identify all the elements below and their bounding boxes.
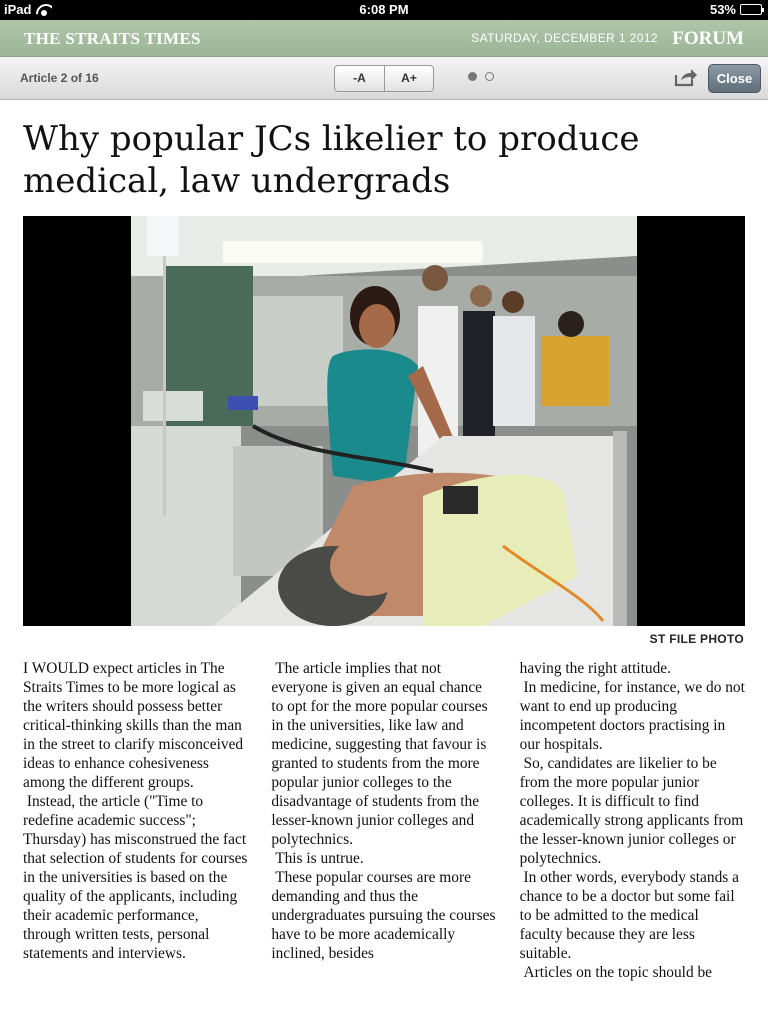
paragraph: So, candidates are likelier to be from t…: [519, 755, 744, 867]
paragraph: Instead, the article ("Time to redefine …: [23, 793, 248, 962]
font-decrease-button[interactable]: -A: [335, 66, 384, 91]
paragraph: In medicine, for instance, we do not wan…: [519, 679, 745, 753]
article-headline: Why popular JCs likelier to produce medi…: [23, 119, 640, 201]
paragraph: Articles on the topic should be: [523, 964, 713, 981]
battery-icon: [740, 4, 764, 15]
article-column-3: having the right attitude. In medicine, …: [520, 659, 745, 982]
article-column-1: I WOULD expect articles in The Straits T…: [23, 659, 248, 982]
battery-percent: 53%: [709, 2, 736, 17]
close-button[interactable]: Close: [708, 64, 761, 93]
article-column-2: The article implies that not everyone is…: [271, 659, 496, 982]
article-photo: [23, 216, 745, 626]
font-size-control: -A A+: [334, 65, 434, 92]
masthead: THE STRAITS TIMES SATURDAY, DECEMBER 1 2…: [0, 20, 768, 57]
paragraph: These popular courses are more demanding…: [271, 869, 496, 962]
reader-toolbar: Article 2 of 16 -A A+: [0, 57, 768, 100]
status-bar: iPad 6:08 PM 53%: [0, 0, 768, 20]
page-indicator[interactable]: [468, 72, 494, 81]
paragraph: The article implies that not everyone is…: [271, 660, 488, 848]
paragraph: having the right attitude.: [519, 660, 671, 677]
page-dot-2[interactable]: [485, 72, 494, 81]
section-name: FORUM: [672, 28, 744, 49]
article-body: I WOULD expect articles in The Straits T…: [23, 659, 745, 982]
page-dot-1[interactable]: [468, 72, 477, 81]
paragraph: I WOULD expect articles in The Straits T…: [23, 660, 244, 791]
photo-credit: ST FILE PHOTO: [649, 632, 744, 646]
font-increase-button[interactable]: A+: [384, 66, 433, 91]
paragraph: This is untrue.: [275, 850, 364, 867]
issue-date: SATURDAY, DECEMBER 1 2012: [471, 31, 658, 45]
paragraph: In other words, everybody stands a chanc…: [519, 869, 739, 962]
status-time: 6:08 PM: [359, 2, 409, 17]
article-counter: Article 2 of 16: [20, 71, 99, 85]
brand-logo: THE STRAITS TIMES: [24, 29, 201, 48]
share-icon[interactable]: [673, 66, 699, 88]
